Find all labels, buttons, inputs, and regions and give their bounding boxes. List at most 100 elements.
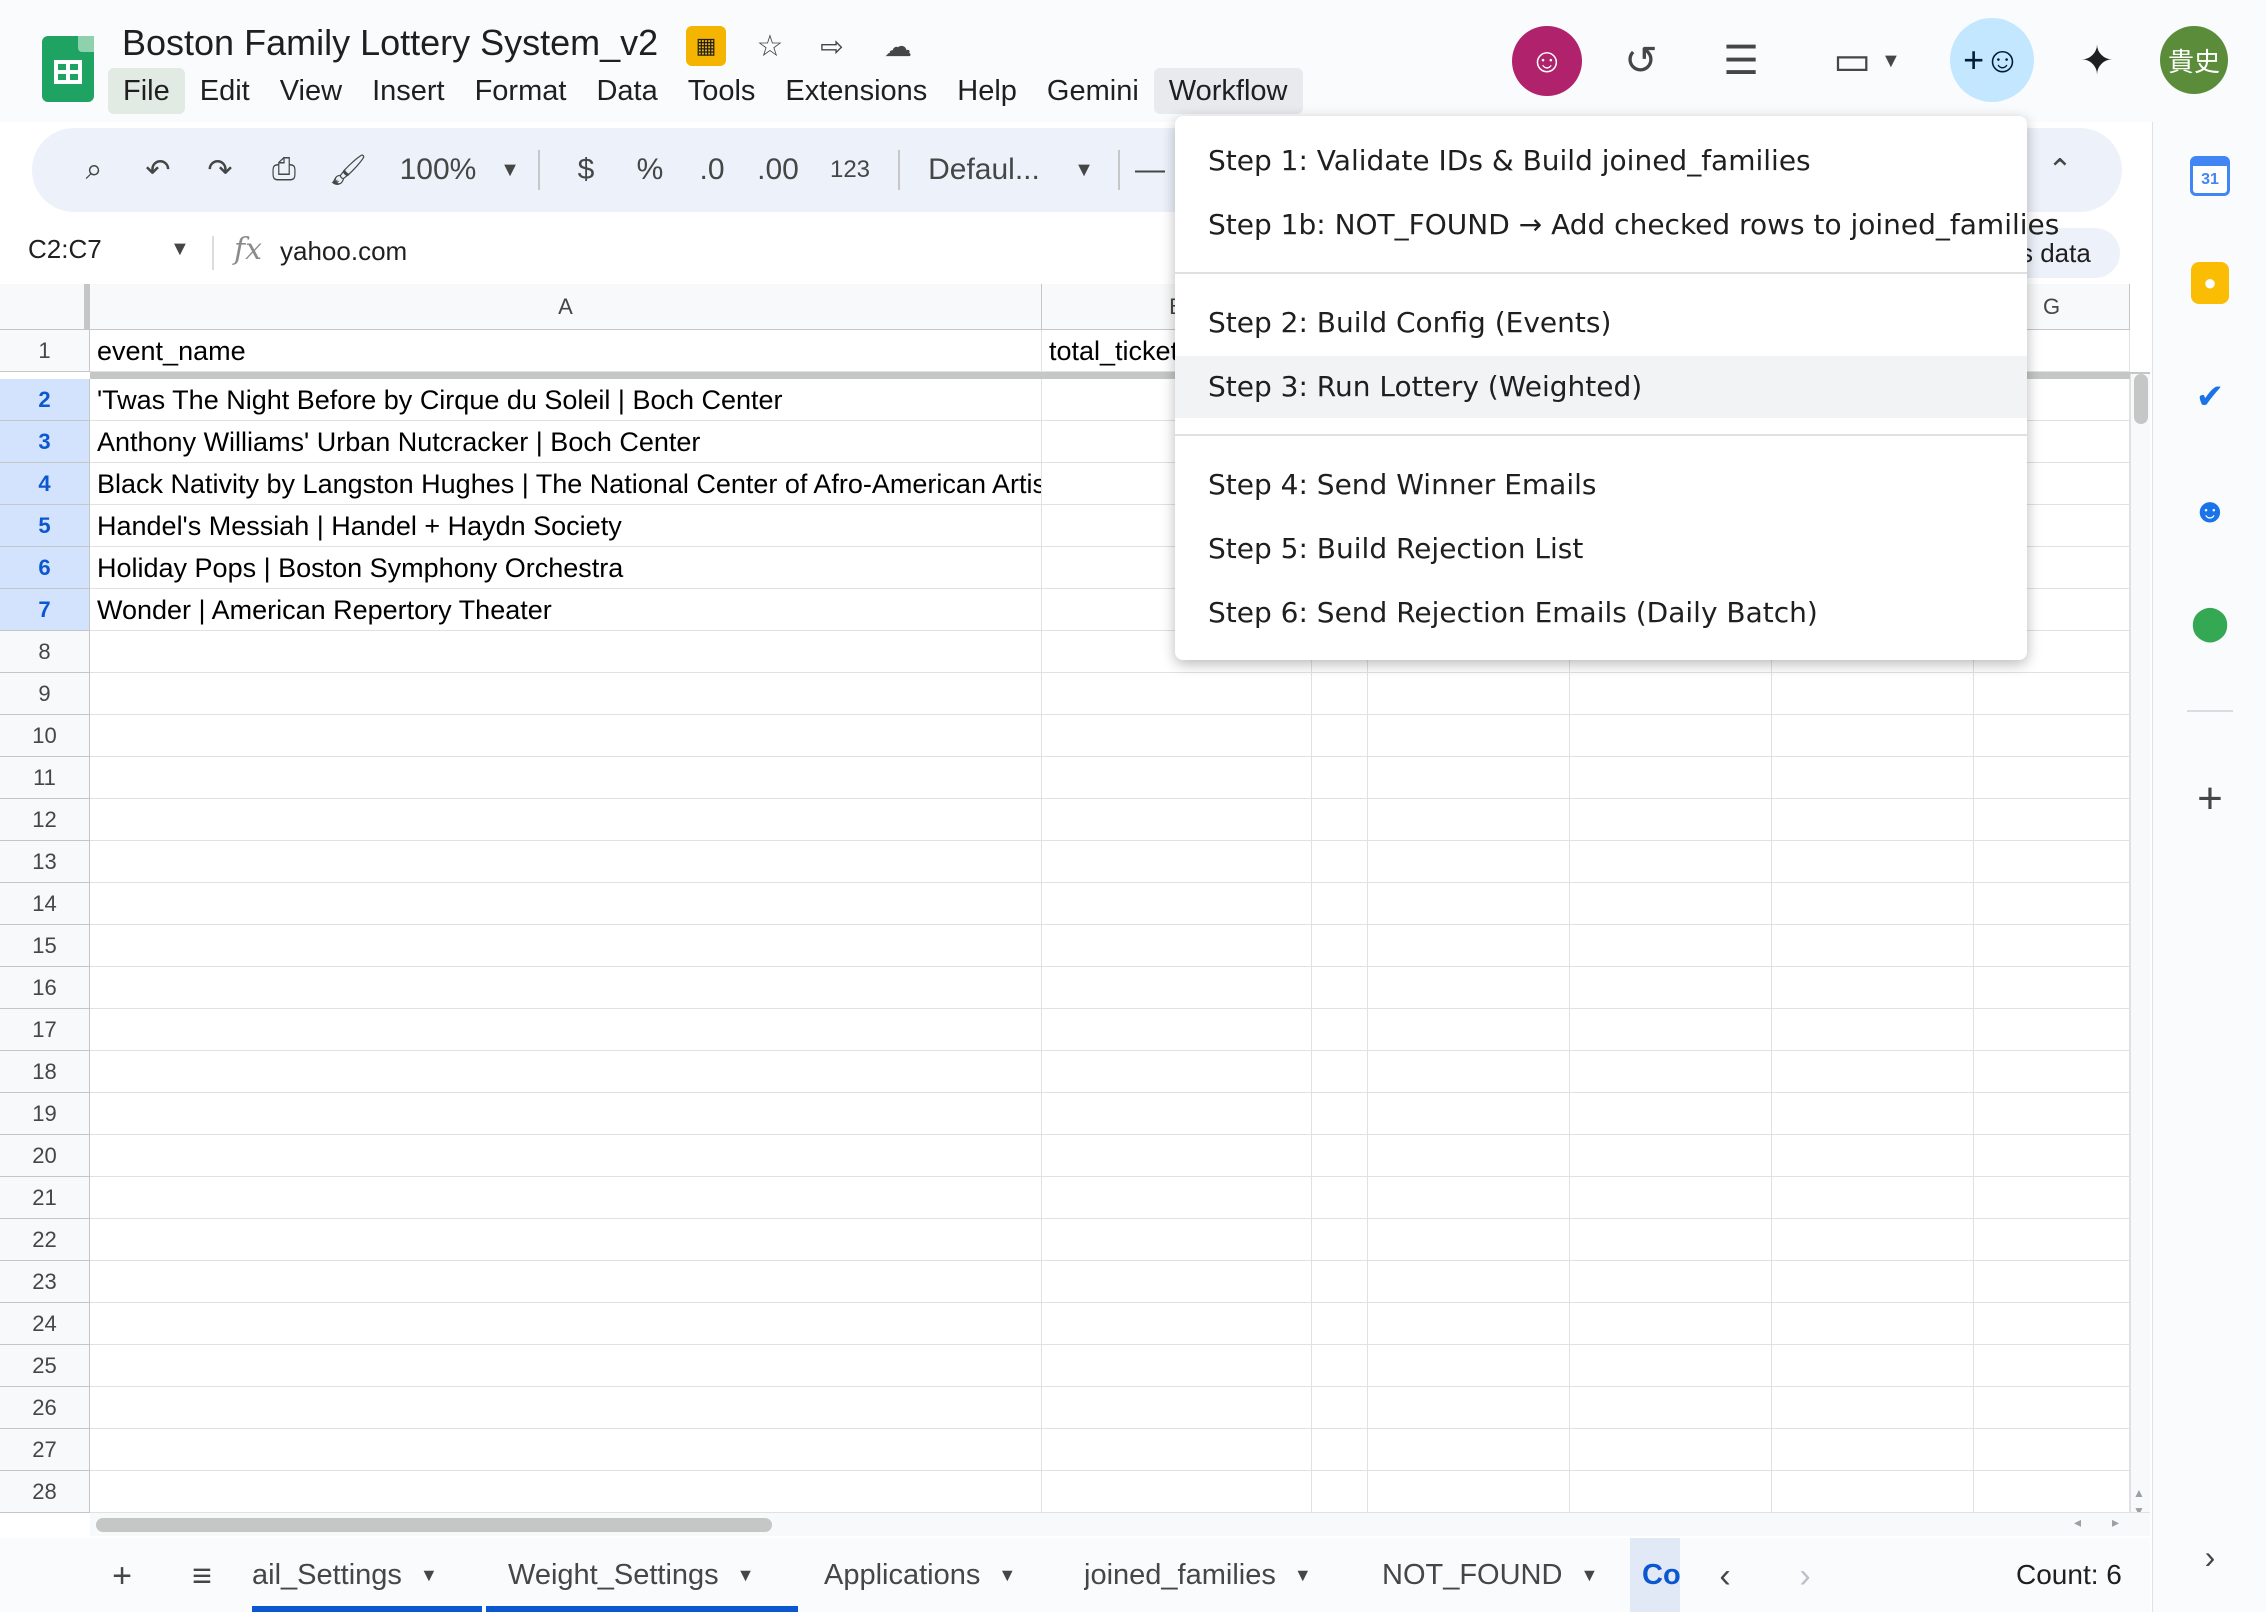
grid-cell[interactable]: [90, 799, 1042, 841]
user-avatar[interactable]: 貴史: [2160, 26, 2228, 94]
grid-cell[interactable]: [1368, 1051, 1570, 1093]
grid-cell[interactable]: [1570, 757, 1772, 799]
grid-cell[interactable]: [90, 757, 1042, 799]
grid-cell[interactable]: [1570, 1219, 1772, 1261]
gemini-spark-icon[interactable]: ✦: [2062, 26, 2132, 96]
scroll-up-icon[interactable]: ▲: [2133, 1486, 2145, 1500]
chevron-down-icon[interactable]: ▼: [737, 1538, 755, 1612]
grid-cell[interactable]: [1312, 925, 1368, 967]
maps-icon[interactable]: ⬤: [2185, 598, 2235, 648]
redo-icon[interactable]: ↷: [192, 128, 248, 212]
menu-help[interactable]: Help: [942, 68, 1032, 114]
grid-cell[interactable]: [1974, 1387, 2130, 1429]
grid-cell[interactable]: [1368, 1471, 1570, 1513]
row-header[interactable]: 18: [0, 1051, 90, 1093]
expand-side-panel-icon[interactable]: ›: [2185, 1532, 2235, 1582]
grid-cell[interactable]: [1042, 1387, 1312, 1429]
grid-cell[interactable]: [1974, 967, 2130, 1009]
scroll-tabs-right-icon[interactable]: ›: [1780, 1548, 1830, 1604]
grid-cell[interactable]: [1042, 1303, 1312, 1345]
more-formats-button[interactable]: 123: [814, 128, 886, 212]
grid-cell[interactable]: [1772, 841, 1974, 883]
menu-item-step-1b[interactable]: Step 1b: NOT_FOUND → Add checked rows to…: [1175, 194, 2059, 256]
grid-cell[interactable]: event_name: [90, 330, 1042, 372]
paint-format-icon[interactable]: 🖌: [320, 128, 376, 212]
menu-file[interactable]: File: [108, 68, 185, 114]
grid-cell[interactable]: [1368, 1135, 1570, 1177]
grid-cell[interactable]: [1312, 1261, 1368, 1303]
row-header[interactable]: 17: [0, 1009, 90, 1051]
grid-cell[interactable]: [1974, 883, 2130, 925]
grid-cell[interactable]: [1042, 1009, 1312, 1051]
all-sheets-menu-icon[interactable]: ≡: [174, 1548, 230, 1604]
grid-cell[interactable]: [1974, 1429, 2130, 1471]
menu-edit[interactable]: Edit: [185, 68, 265, 114]
grid-cell[interactable]: [1368, 1429, 1570, 1471]
name-box[interactable]: C2:C7: [28, 234, 102, 265]
grid-cell[interactable]: [1368, 1093, 1570, 1135]
row-header[interactable]: 3: [0, 421, 90, 463]
grid-cell[interactable]: [1042, 1219, 1312, 1261]
grid-cell[interactable]: [1772, 1177, 1974, 1219]
scroll-right-icon[interactable]: ▸: [2112, 1514, 2119, 1531]
row-header[interactable]: 11: [0, 757, 90, 799]
menu-view[interactable]: View: [265, 68, 357, 114]
row-header[interactable]: 24: [0, 1303, 90, 1345]
row-header[interactable]: 8: [0, 631, 90, 673]
grid-cell[interactable]: [1772, 1471, 1974, 1513]
font-select[interactable]: Defaul...: [904, 128, 1064, 212]
grid-cell[interactable]: [1312, 673, 1368, 715]
document-title[interactable]: Boston Family Lottery System_v2: [122, 22, 658, 64]
row-header[interactable]: 15: [0, 925, 90, 967]
sheet-tab-weight-settings[interactable]: Weight_Settings ▼: [508, 1538, 798, 1612]
grid-cell[interactable]: [1772, 1135, 1974, 1177]
menu-tools[interactable]: Tools: [673, 68, 771, 114]
vertical-scrollbar[interactable]: ▲ ▼: [2130, 374, 2150, 1514]
grid-cell[interactable]: [1368, 757, 1570, 799]
select-all-corner[interactable]: [0, 284, 90, 330]
row-header[interactable]: 27: [0, 1429, 90, 1471]
grid-cell[interactable]: [1368, 715, 1570, 757]
grid-cell[interactable]: [1312, 1429, 1368, 1471]
grid-cell[interactable]: [1974, 1093, 2130, 1135]
scroll-tabs-left-icon[interactable]: ‹: [1700, 1548, 1750, 1604]
grid-cell[interactable]: [1368, 1303, 1570, 1345]
grid-cell[interactable]: [1312, 1471, 1368, 1513]
grid-cell[interactable]: [1368, 1387, 1570, 1429]
grid-cell[interactable]: [1042, 925, 1312, 967]
no-sync-badge-icon[interactable]: ▦: [686, 26, 726, 66]
grid-cell[interactable]: [1974, 1135, 2130, 1177]
grid-cell[interactable]: [1312, 1009, 1368, 1051]
grid-cell[interactable]: [90, 841, 1042, 883]
grid-cell[interactable]: [90, 883, 1042, 925]
row-header[interactable]: 12: [0, 799, 90, 841]
grid-cell[interactable]: [1368, 1009, 1570, 1051]
row-header[interactable]: 22: [0, 1219, 90, 1261]
menu-extensions[interactable]: Extensions: [770, 68, 942, 114]
grid-cell[interactable]: [1772, 1387, 1974, 1429]
grid-cell[interactable]: [1974, 1303, 2130, 1345]
grid-cell[interactable]: [90, 1387, 1042, 1429]
search-menus-icon[interactable]: ⌕: [66, 128, 122, 212]
move-folder-icon[interactable]: ⇨: [812, 26, 852, 66]
grid-cell[interactable]: [1312, 1303, 1368, 1345]
menu-insert[interactable]: Insert: [357, 68, 460, 114]
grid-cell[interactable]: [1312, 1219, 1368, 1261]
contacts-icon[interactable]: ☻: [2185, 486, 2235, 536]
get-add-ons-icon[interactable]: +: [2185, 774, 2235, 824]
grid-cell[interactable]: [90, 1051, 1042, 1093]
chevron-down-icon[interactable]: ▼: [1294, 1538, 1312, 1612]
grid-cell[interactable]: [1368, 1345, 1570, 1387]
grid-cell[interactable]: [1570, 1051, 1772, 1093]
share-button[interactable]: +☺: [1950, 18, 2034, 102]
grid-cell[interactable]: [1772, 715, 1974, 757]
grid-cell[interactable]: [90, 1303, 1042, 1345]
grid-cell[interactable]: [1312, 883, 1368, 925]
grid-cell[interactable]: [1974, 1219, 2130, 1261]
grid-cell[interactable]: [1312, 715, 1368, 757]
grid-cell[interactable]: [1042, 967, 1312, 1009]
grid-cell[interactable]: [1570, 1429, 1772, 1471]
grid-cell[interactable]: [1772, 1093, 1974, 1135]
grid-cell[interactable]: [1042, 841, 1312, 883]
row-header[interactable]: 21: [0, 1177, 90, 1219]
